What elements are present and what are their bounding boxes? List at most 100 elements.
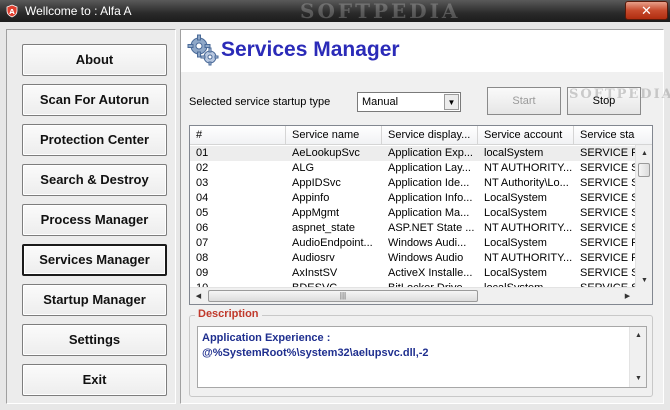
column-header-service-state[interactable]: Service sta [574,126,652,145]
app-shield-icon: A [6,4,18,18]
cell-display-name: Windows Audio [388,252,464,264]
scan-for-autorun-button[interactable]: Scan For Autorun [22,84,167,116]
cell-display-name: Application Ma... [388,207,470,219]
page-title: Services Manager [221,38,400,61]
vertical-scrollbar[interactable]: ▲ ▼ [635,145,652,289]
table-row[interactable]: 08 Audiosrv Windows Audio NT AUTHORITY... SE… [190,251,636,266]
description-text[interactable]: Application Experience : @%SystemRoot%\s… [197,326,647,388]
cell-number: 01 [196,147,209,159]
startup-type-select[interactable]: Manual ▼ [357,92,461,112]
description-scrollbar[interactable]: ▲ ▼ [629,327,646,387]
horizontal-scrollbar[interactable]: ◀ ||| ▶ [190,287,636,304]
table-row[interactable]: 09 AxInstSV ActiveX Installe... LocalSystem… [190,266,636,281]
table-row[interactable]: 01 AeLookupSvc Application Exp... localSyst… [190,146,636,161]
column-header-display-name[interactable]: Service display... [382,126,478,145]
cell-display-name: ASP.NET State ... [388,222,475,234]
cell-number: 08 [196,252,209,264]
cell-service-account: NT AUTHORITY... [484,252,573,264]
cell-service-name: AppMgmt [292,207,340,219]
settings-button[interactable]: Settings [22,324,167,356]
desc-scroll-down-icon[interactable]: ▼ [631,371,646,386]
column-header-service-account[interactable]: Service account [478,126,574,145]
protection-center-button[interactable]: Protection Center [22,124,167,156]
gears-icon [187,34,219,66]
column-header-service-name[interactable]: Service name [286,126,382,145]
search-destroy-button[interactable]: Search & Destroy [22,164,167,196]
close-icon: ✕ [641,3,652,18]
startup-type-value: Manual [362,96,399,108]
main-panel: Services Manager Selected service startu… [180,29,670,404]
services-list[interactable]: # Service name Service display... Servic… [189,125,653,305]
cell-display-name: Application Exp... [388,147,473,159]
table-row[interactable]: 07 AudioEndpoint... Windows Audi... LocalSy… [190,236,636,251]
page-header: Services Manager [181,30,663,72]
description-legend: Description [195,308,262,320]
cell-display-name: Application Lay... [388,162,471,174]
cell-service-state: SERVICE S [580,162,636,174]
cell-number: 04 [196,192,209,204]
table-row[interactable]: 05 AppMgmt Application Ma... LocalSystem SER… [190,206,636,221]
title-bar[interactable]: A Wellcome to : Alfa A SOFTPEDIA ✕ [0,0,670,23]
dropdown-arrow-icon[interactable]: ▼ [444,94,459,110]
cell-service-account: LocalSystem [484,192,547,204]
description-line-1: Application Experience : [202,332,331,344]
startup-type-label: Selected service startup type [189,96,331,108]
cell-service-account: LocalSystem [484,207,547,219]
buttons-watermark: SOFTPEDIA [569,87,670,102]
cell-number: 02 [196,162,209,174]
services-manager-button[interactable]: Services Manager [22,244,167,276]
cell-service-name: AppIDSvc [292,177,341,189]
services-list-header: # Service name Service display... Servic… [190,126,652,145]
cell-display-name: Windows Audi... [388,237,467,249]
window-title: Wellcome to : Alfa A [25,4,132,18]
cell-display-name: Application Ide... [388,177,470,189]
process-manager-button[interactable]: Process Manager [22,204,167,236]
cell-service-name: AxInstSV [292,267,338,279]
cell-service-account: localSystem [484,147,544,159]
svg-text:A: A [9,8,15,16]
scroll-left-icon[interactable]: ◀ [191,289,206,304]
vertical-scroll-thumb[interactable] [638,163,650,177]
cell-service-name: AudioEndpoint... [292,237,373,249]
scroll-right-icon[interactable]: ▶ [620,289,635,304]
cell-service-state: SERVICE R [580,252,636,264]
table-row[interactable]: 02 ALG Application Lay... NT AUTHORITY... SE… [190,161,636,176]
cell-number: 05 [196,207,209,219]
window-body: About Scan For Autorun Protection Center… [0,22,670,410]
cell-service-state: SERVICE S [580,177,636,189]
cell-service-state: SERVICE S [580,207,636,219]
cell-service-state: SERVICE S [580,222,636,234]
scroll-up-icon[interactable]: ▲ [637,146,652,161]
horizontal-scroll-thumb[interactable]: ||| [208,290,478,302]
cell-service-account: LocalSystem [484,267,547,279]
cell-display-name: ActiveX Installe... [388,267,473,279]
table-row[interactable]: 04 Appinfo Application Info... LocalSystem S… [190,191,636,206]
cell-number: 03 [196,177,209,189]
cell-service-state: SERVICE S [580,267,636,279]
startup-manager-button[interactable]: Startup Manager [22,284,167,316]
start-button[interactable]: Start [487,87,561,115]
desc-scroll-up-icon[interactable]: ▲ [631,328,646,343]
column-header-number[interactable]: # [190,126,286,145]
about-button[interactable]: About [22,44,167,76]
exit-button[interactable]: Exit [22,364,167,396]
cell-service-name: AeLookupSvc [292,147,360,159]
cell-number: 09 [196,267,209,279]
table-row[interactable]: 06 aspnet_state ASP.NET State ... NT AUTHOR… [190,221,636,236]
cell-display-name: Application Info... [388,192,473,204]
cell-service-name: Audiosrv [292,252,335,264]
cell-service-account: NT AUTHORITY... [484,222,573,234]
cell-number: 07 [196,237,209,249]
watermark: SOFTPEDIA [300,0,461,23]
scroll-down-icon[interactable]: ▼ [637,273,652,288]
description-line-2: @%SystemRoot%\system32\aelupsvc.dll,-2 [202,347,429,359]
cell-service-state: SERVICE R [580,237,636,249]
cell-service-name: ALG [292,162,315,174]
sidebar: About Scan For Autorun Protection Center… [6,29,176,404]
cell-service-state: SERVICE S [580,192,636,204]
cell-service-account: NT Authority\Lo... [484,177,569,189]
cell-service-state: SERVICE R [580,147,636,159]
close-button[interactable]: ✕ [625,1,668,20]
table-row[interactable]: 03 AppIDSvc Application Ide... NT Authority… [190,176,636,191]
cell-service-name: Appinfo [292,192,330,204]
